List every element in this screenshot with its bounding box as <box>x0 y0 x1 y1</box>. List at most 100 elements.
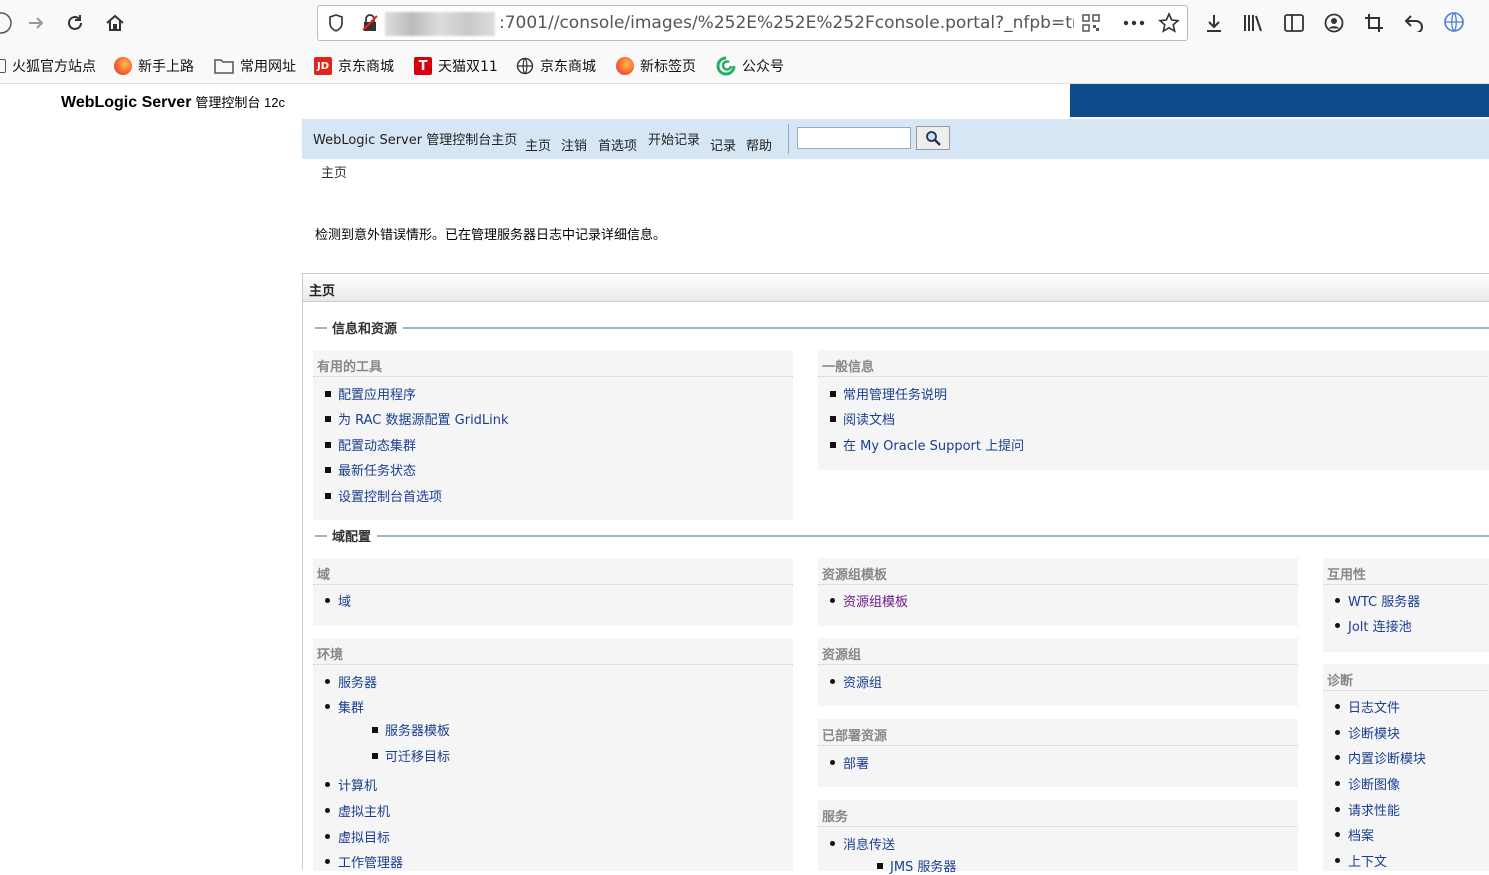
link-resource-groups[interactable]: 资源组 <box>830 672 882 691</box>
link-diag-images[interactable]: 诊断图像 <box>1335 774 1400 793</box>
deployed-box: 已部署资源 部署 <box>818 719 1298 787</box>
shield-icon[interactable] <box>326 13 346 33</box>
section-info-resources: 信息和资源 <box>315 318 1489 337</box>
nav-logout[interactable]: 注销 <box>561 135 587 154</box>
link-task-status[interactable]: 最新任务状态 <box>325 460 416 479</box>
link-admin-tasks[interactable]: 常用管理任务说明 <box>830 384 947 403</box>
undo-arrow-icon[interactable] <box>1402 11 1426 35</box>
link-jms-servers[interactable]: JMS 服务器 <box>877 856 956 875</box>
bookmark-getting-started[interactable]: 新手上路 <box>114 56 194 76</box>
link-clusters[interactable]: 集群 <box>325 697 364 716</box>
brand-subtitle: 管理控制台 12c <box>195 95 285 110</box>
download-icon[interactable] <box>1202 11 1226 35</box>
search-icon <box>926 131 941 146</box>
link-context[interactable]: 上下文 <box>1335 851 1387 870</box>
nav-record[interactable]: 记录 <box>710 135 736 154</box>
section-dash <box>315 326 327 329</box>
sidebar-icon[interactable] <box>1282 11 1306 35</box>
link-machines[interactable]: 计算机 <box>325 775 377 794</box>
console-search-input[interactable] <box>797 127 911 149</box>
link-label: 配置动态集群 <box>338 439 417 454</box>
breadcrumb[interactable]: 主页 <box>321 162 347 181</box>
qr-code-icon[interactable] <box>1080 12 1102 34</box>
link-deployments[interactable]: 部署 <box>830 753 869 772</box>
blurred-host <box>385 12 495 36</box>
link-label: Jolt 连接池 <box>1348 620 1412 635</box>
screenshot-crop-icon[interactable] <box>1362 11 1386 35</box>
link-archives[interactable]: 档案 <box>1335 825 1374 844</box>
link-wtc-servers[interactable]: WTC 服务器 <box>1335 591 1420 610</box>
link-label: 工作管理器 <box>338 856 404 871</box>
link-log-files[interactable]: 日志文件 <box>1335 697 1400 716</box>
library-icon[interactable] <box>1242 11 1266 35</box>
forward-button[interactable] <box>21 8 51 38</box>
link-work-managers[interactable]: 工作管理器 <box>325 852 403 871</box>
bookmark-star-icon[interactable] <box>1157 11 1181 35</box>
link-label: 设置控制台首选项 <box>338 490 443 505</box>
brand-color-bar <box>1070 84 1489 117</box>
reload-button[interactable] <box>60 8 90 38</box>
bullet-icon <box>325 834 330 839</box>
environment-box: 环境 服务器 集群 服务器模板 可迁移目标 计算机 虚拟主机 虚拟目标 工作管理… <box>313 638 793 871</box>
link-label: 服务器 <box>338 676 378 691</box>
bullet-icon <box>325 859 330 864</box>
bullet-icon <box>325 492 331 499</box>
link-rac-gridlink[interactable]: 为 RAC 数据源配置 GridLink <box>325 409 509 428</box>
link-messaging[interactable]: 消息传送 <box>830 834 895 853</box>
link-label: 计算机 <box>338 779 378 794</box>
link-diag-modules[interactable]: 诊断模块 <box>1335 723 1400 742</box>
nav-divider <box>788 124 789 154</box>
link-jolt-pools[interactable]: Jolt 连接池 <box>1335 616 1412 635</box>
nav-preferences[interactable]: 首选项 <box>598 135 637 154</box>
link-migratable-targets[interactable]: 可迁移目标 <box>372 746 450 765</box>
bookmark-label: 京东商城 <box>540 59 596 75</box>
bookmark-tmall[interactable]: T 天猫双11 <box>414 56 498 76</box>
link-console-prefs[interactable]: 设置控制台首选项 <box>325 486 442 505</box>
search-button[interactable] <box>916 126 950 150</box>
brand-name: WebLogic Server <box>61 94 192 111</box>
link-builtin-diag-modules[interactable]: 内置诊断模块 <box>1335 748 1426 767</box>
link-label: 可迁移目标 <box>385 750 451 765</box>
box-divider <box>818 745 1298 746</box>
bookmark-jd-2[interactable]: 京东商城 <box>516 56 596 76</box>
link-domain[interactable]: 域 <box>325 591 351 610</box>
url-text[interactable]: :7001//console/images/%252E%252E%252Fcon… <box>499 13 1074 33</box>
bookmark-wechat-official[interactable]: 公众号 <box>716 56 784 76</box>
home-button[interactable] <box>100 8 130 38</box>
nav-home[interactable]: 主页 <box>525 135 551 154</box>
link-server-templates[interactable]: 服务器模板 <box>372 720 450 739</box>
box-divider <box>1323 690 1489 691</box>
bullet-icon <box>1335 623 1340 628</box>
bullet-icon <box>1335 858 1340 863</box>
bookmark-new-tab[interactable]: 新标签页 <box>616 56 696 76</box>
brand-title: WebLogic Server 管理控制台 12c <box>61 92 285 112</box>
link-oracle-support[interactable]: 在 My Oracle Support 上提问 <box>830 435 1024 454</box>
useful-tools-box: 有用的工具 配置应用程序 为 RAC 数据源配置 GridLink 配置动态集群… <box>313 350 793 520</box>
bullet-icon <box>325 782 330 787</box>
link-rg-templates[interactable]: 资源组模板 <box>830 591 908 610</box>
link-dynamic-cluster[interactable]: 配置动态集群 <box>325 435 416 454</box>
link-request-perf[interactable]: 请求性能 <box>1335 800 1400 819</box>
account-icon[interactable] <box>1322 11 1346 35</box>
bullet-icon <box>830 760 835 765</box>
link-label: 在 My Oracle Support 上提问 <box>843 439 1025 454</box>
link-servers[interactable]: 服务器 <box>325 672 377 691</box>
bullet-icon <box>1335 807 1340 812</box>
link-read-docs[interactable]: 阅读文档 <box>830 409 895 428</box>
box-divider <box>818 826 1298 827</box>
nav-help[interactable]: 帮助 <box>746 135 772 154</box>
insecure-lock-icon[interactable] <box>360 13 380 33</box>
more-actions-icon[interactable] <box>1121 12 1147 34</box>
box-title: 资源组 <box>822 648 862 663</box>
link-virtual-targets[interactable]: 虚拟目标 <box>325 827 390 846</box>
extension-globe-icon[interactable] <box>1442 10 1466 34</box>
back-button[interactable] <box>0 8 16 38</box>
bookmark-common-sites[interactable]: 常用网址 <box>214 56 296 76</box>
nav-start-recording[interactable]: 开始记录 <box>648 129 700 148</box>
bookmark-firefox-official[interactable]: 火狐官方站点 <box>0 56 96 76</box>
link-virtual-hosts[interactable]: 虚拟主机 <box>325 801 390 820</box>
nav-console-home[interactable]: WebLogic Server 管理控制台主页 <box>313 129 517 148</box>
bookmark-jd[interactable]: JD 京东商城 <box>314 56 394 76</box>
link-configure-app[interactable]: 配置应用程序 <box>325 384 416 403</box>
link-label: 域 <box>338 595 352 610</box>
